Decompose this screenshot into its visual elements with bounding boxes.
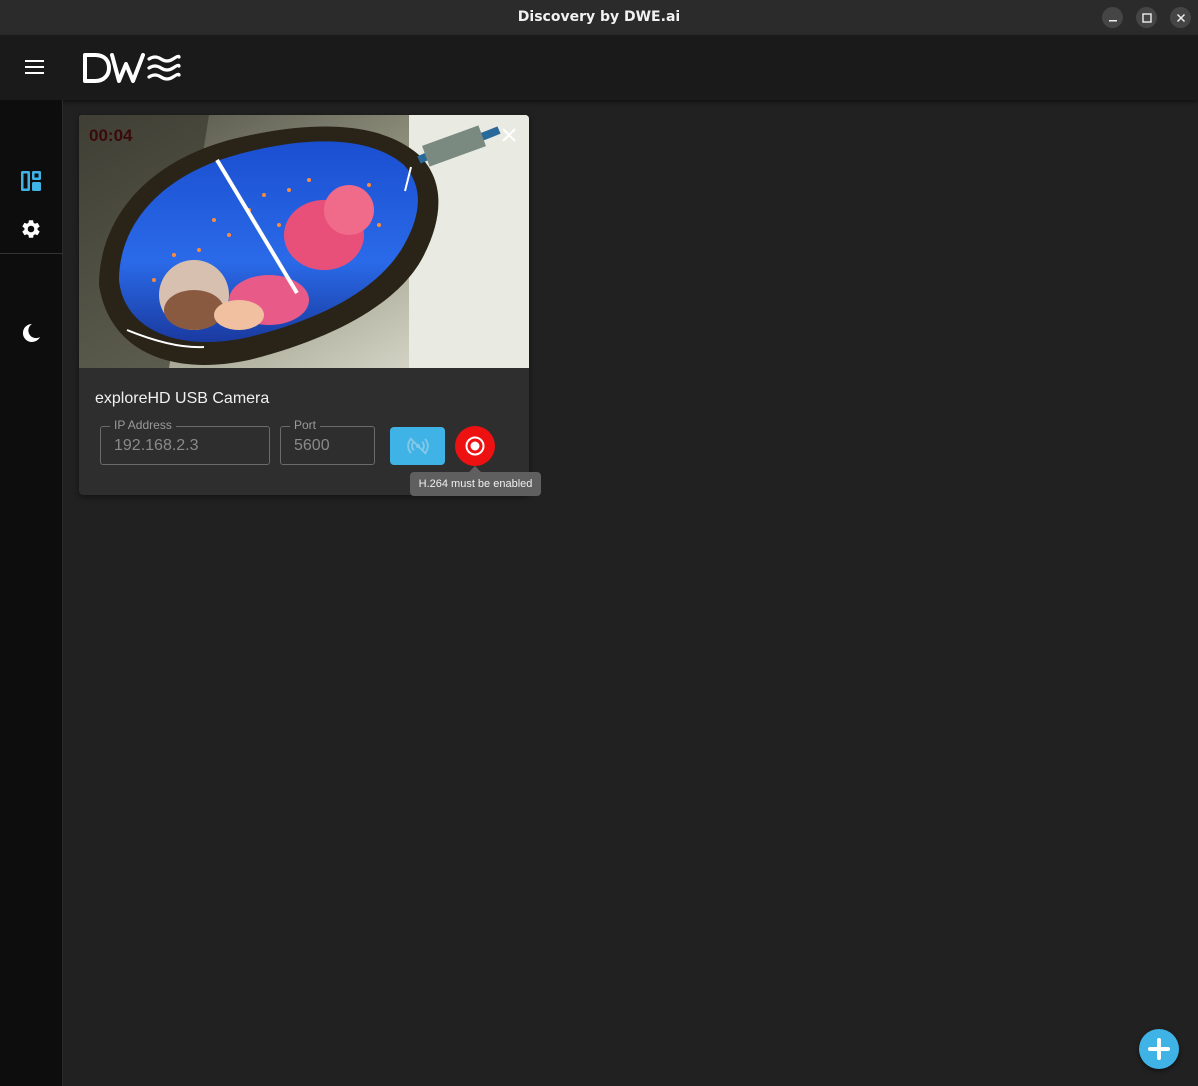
dwe-logo [83, 52, 183, 89]
recording-timer: 00:04 [89, 126, 133, 145]
stream-toggle-button[interactable] [390, 427, 445, 465]
ip-address-field[interactable]: IP Address 192.168.2.3 [100, 418, 270, 465]
camera-name: exploreHD USB Camera [95, 390, 270, 407]
close-icon [502, 128, 516, 142]
ip-address-value: 192.168.2.3 [114, 437, 199, 454]
sidebar-divider [0, 253, 63, 254]
sidebar [0, 100, 63, 1086]
close-window-button[interactable] [1170, 7, 1191, 28]
minimize-icon [1108, 19, 1117, 21]
maximize-icon [1141, 12, 1152, 23]
menu-button[interactable] [25, 60, 44, 74]
dashboard-icon[interactable] [20, 170, 42, 192]
ip-address-label: IP Address [110, 418, 176, 432]
moon-icon[interactable] [20, 322, 42, 344]
stream-off-icon [406, 437, 429, 455]
maximize-button[interactable] [1136, 7, 1157, 28]
window-title: Discovery by DWE.ai [517, 9, 681, 25]
camera-video-feed: 00:04 [79, 115, 529, 368]
port-field[interactable]: Port 5600 [280, 418, 375, 465]
camera-card: 00:04 exploreHD USB Camera IP Address 19… [79, 115, 529, 495]
close-icon [1176, 13, 1185, 22]
gear-icon[interactable] [20, 218, 42, 240]
close-card-button[interactable] [499, 125, 519, 145]
window-titlebar: Discovery by DWE.ai [0, 0, 1198, 35]
record-button[interactable] [455, 426, 495, 466]
record-tooltip: H.264 must be enabled [410, 472, 541, 496]
port-label: Port [290, 418, 321, 432]
port-value: 5600 [294, 437, 330, 454]
plus-icon [1148, 1038, 1170, 1060]
minimize-button[interactable] [1102, 7, 1123, 28]
add-camera-button[interactable] [1139, 1029, 1179, 1069]
app-bar [0, 35, 1198, 100]
record-icon [465, 436, 485, 456]
